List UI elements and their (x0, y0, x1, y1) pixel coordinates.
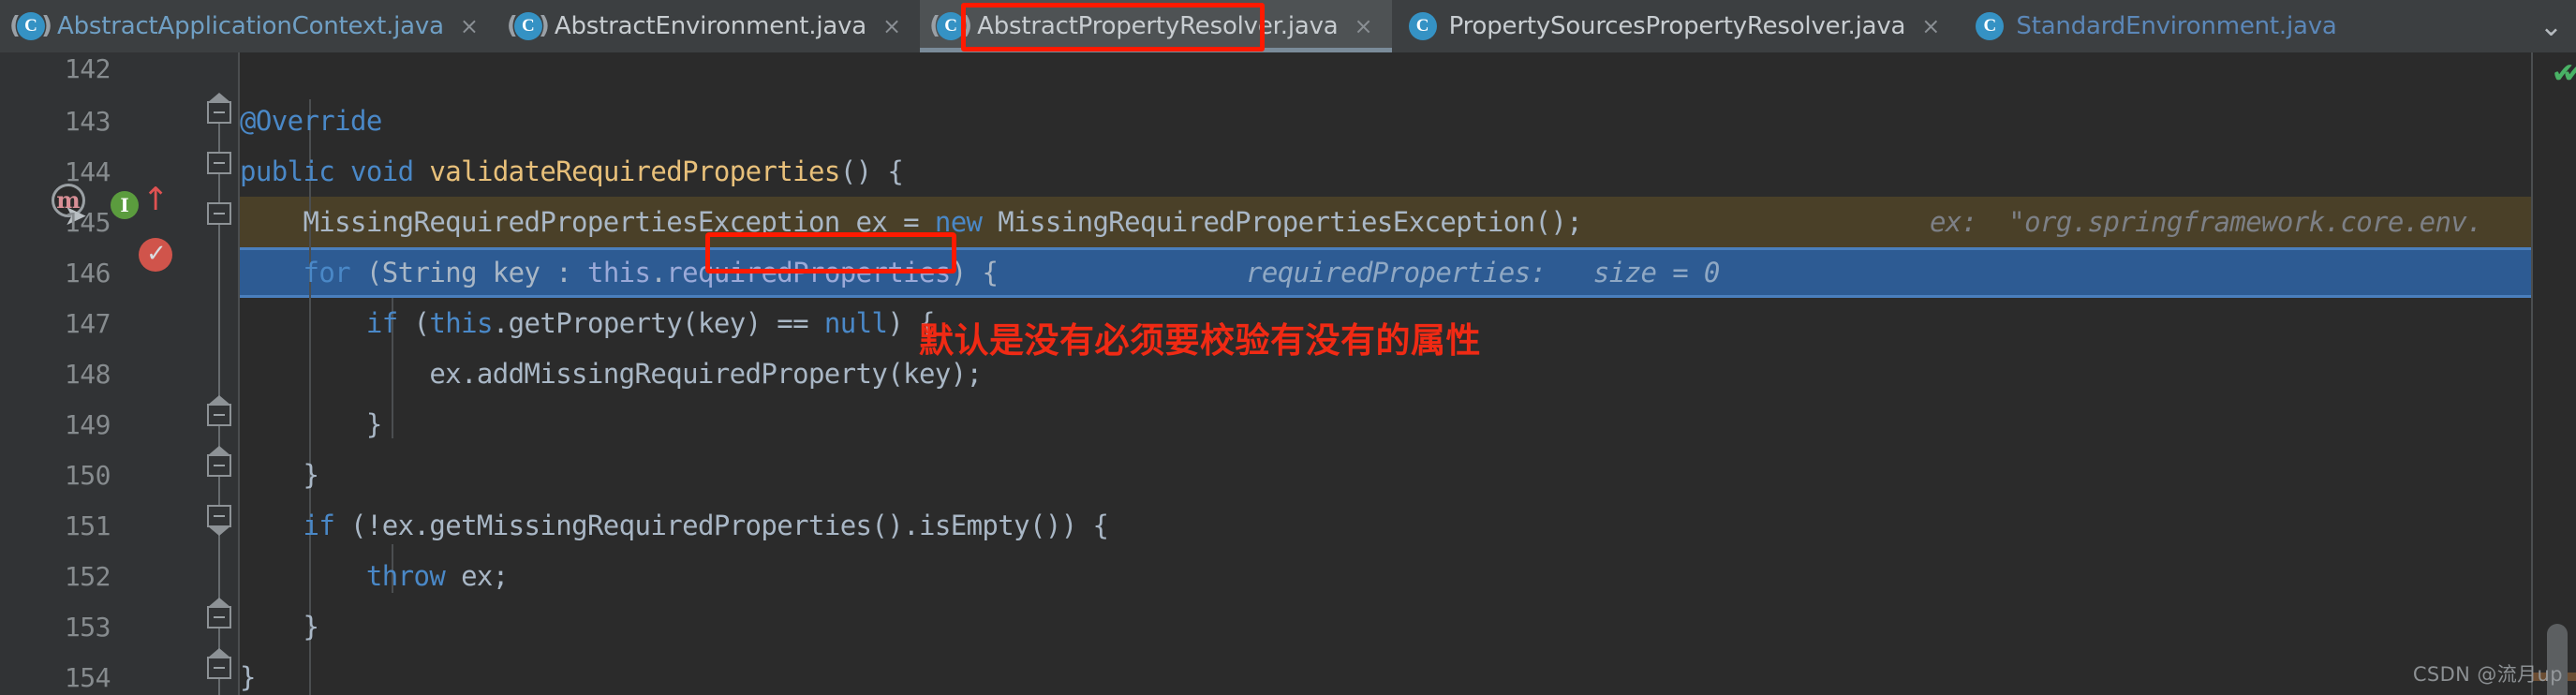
inspection-ok-icon[interactable]: ✔✔ (2552, 60, 2576, 88)
java-class-icon: C (1976, 12, 2005, 40)
code-line-146: 146 for (String key : this.requiredPrope… (0, 247, 2576, 298)
line-number: 153 (64, 611, 111, 643)
line-number: 145 (64, 206, 111, 238)
editor-tab-label: PropertySourcesPropertyResolver.java (1448, 12, 1906, 40)
debugger-inline-hint-ex: ex: "org.springframework.core.env. (1930, 206, 2483, 238)
editor-tab-label: AbstractApplicationContext.java (57, 12, 444, 40)
line-number: 150 (64, 459, 111, 491)
code-editor[interactable]: m ➤ I ↑ ✓ 142 143 @Override 144 public v… (0, 52, 2576, 695)
code-line-145: 145 MissingRequiredPropertiesException e… (0, 197, 2576, 247)
code-text[interactable]: if (this.getProperty(key) == null) { (240, 307, 936, 339)
close-icon[interactable]: × (1921, 15, 1940, 37)
line-number: 148 (64, 358, 111, 390)
editor-right-margin[interactable]: ✔✔ (2533, 52, 2576, 695)
annotation-note-chinese: 默认是没有必须要校验有没有的属性 (919, 320, 1481, 361)
code-line-142: 142 (0, 43, 2576, 94)
code-text[interactable]: ex.addMissingRequiredProperty(key); (240, 358, 983, 390)
close-icon[interactable]: × (460, 15, 479, 37)
code-text[interactable]: @Override (240, 105, 382, 137)
line-number: 146 (64, 257, 111, 288)
code-line-152: 152 throw ex; (0, 551, 2576, 601)
code-text[interactable]: for (String key : this.requiredPropertie… (240, 257, 999, 288)
code-text[interactable]: } (240, 661, 256, 693)
editor-tab-label: AbstractPropertyResolver.java (977, 12, 1339, 40)
line-number: 151 (64, 510, 111, 541)
code-line-154: 154 } (0, 652, 2576, 695)
code-text[interactable]: } (240, 408, 382, 440)
editor-tab-label: StandardEnvironment.java (2016, 12, 2337, 40)
code-text[interactable]: if (!ex.getMissingRequiredProperties().i… (240, 510, 1108, 541)
java-abstract-class-icon: C (513, 12, 542, 40)
java-abstract-class-icon: C (17, 12, 45, 40)
close-icon[interactable]: × (1355, 15, 1373, 37)
watermark: CSDN @流月up (2412, 663, 2563, 686)
line-number: 143 (64, 105, 111, 137)
code-text[interactable]: throw ex; (240, 560, 509, 592)
code-line-153: 153 } (0, 601, 2576, 652)
code-line-149: 149 } (0, 399, 2576, 450)
java-abstract-class-icon: C (937, 12, 966, 40)
code-text[interactable]: public void validateRequiredProperties()… (240, 155, 904, 187)
code-text[interactable]: MissingRequiredPropertiesException ex = … (240, 206, 1582, 238)
debugger-inline-hint-requiredproperties: requiredProperties: size = 0 (1246, 257, 1720, 288)
editor-tab-label: AbstractEnvironment.java (554, 12, 867, 40)
line-number: 152 (64, 560, 111, 592)
code-text[interactable]: } (240, 459, 318, 491)
line-number: 142 (64, 52, 111, 84)
code-line-151: 151 if (!ex.getMissingRequiredProperties… (0, 500, 2576, 551)
close-icon[interactable]: × (882, 15, 901, 37)
line-number: 149 (64, 408, 111, 440)
intellij-editor-window: C AbstractApplicationContext.java × C Ab… (0, 0, 2576, 695)
code-line-144: 144 public void validateRequiredProperti… (0, 146, 2576, 197)
line-number: 154 (64, 661, 111, 693)
line-number: 147 (64, 307, 111, 339)
code-line-150: 150 } (0, 450, 2576, 500)
code-text[interactable]: } (240, 611, 318, 643)
line-number: 144 (64, 155, 111, 187)
code-line-143: 143 @Override (0, 96, 2576, 146)
java-class-icon: C (1408, 12, 1437, 40)
